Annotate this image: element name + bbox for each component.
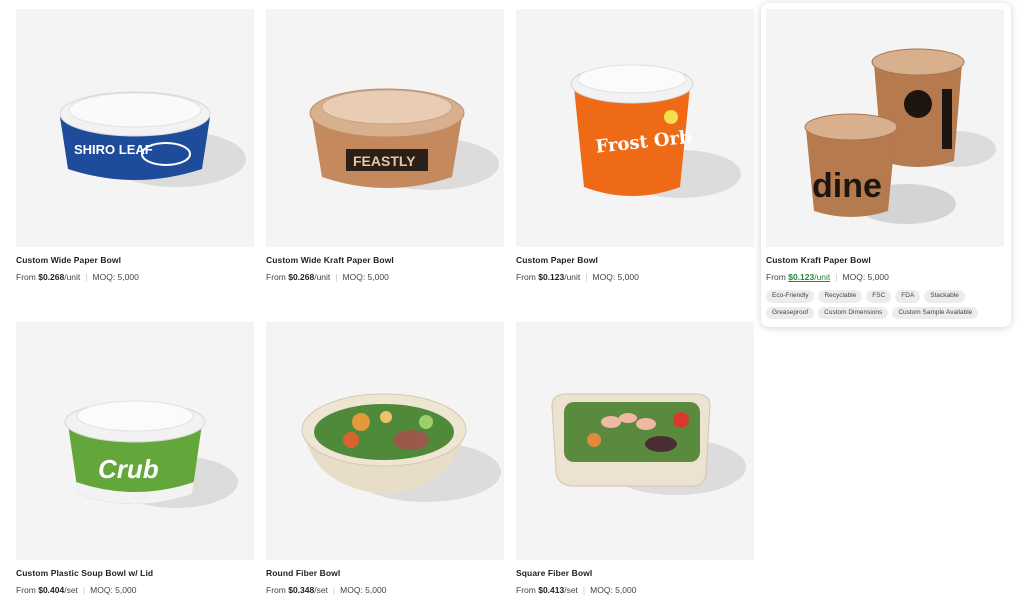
tag-recyclable: Recyclable — [818, 290, 863, 303]
product-meta: From $0.123/unit | MOQ: 5,000 — [766, 272, 889, 282]
product-title[interactable]: Custom Wide Kraft Paper Bowl — [266, 255, 506, 265]
product-title[interactable]: Round Fiber Bowl — [266, 568, 506, 578]
tag-greaseproof: Greaseproof — [766, 306, 815, 319]
tag-fda: FDA — [895, 290, 921, 303]
product-meta: From $0.123/unit | MOQ: 5,000 — [516, 272, 639, 282]
svg-text:dine: dine — [812, 167, 882, 205]
svg-text:Crub: Crub — [98, 454, 159, 484]
product-meta: From $0.413/set | MOQ: 5,000 — [516, 585, 637, 595]
product-moq: MOQ: 5,000 — [342, 272, 389, 282]
tag-custom-sample-available: Custom Sample Available — [892, 306, 979, 319]
product-moq: MOQ: 5,000 — [92, 272, 139, 282]
tag-eco-friendly: Eco-Friendly — [766, 290, 815, 303]
product-card-paper-bowl[interactable]: Frost Orb Custom Paper Bowl From $0.123/… — [516, 9, 756, 282]
product-price: $0.123 — [538, 272, 565, 282]
tag-fsc: FSC — [866, 290, 892, 303]
product-image[interactable] — [266, 322, 504, 560]
product-moq: MOQ: 5,000 — [842, 272, 889, 282]
product-title[interactable]: Custom Paper Bowl — [516, 255, 756, 265]
orange-paper-bowl-image: Frost Orb — [570, 64, 741, 198]
blue-paper-bowl-image: SHIRO LEAF — [59, 91, 246, 187]
product-card-wide-paper-bowl[interactable]: SHIRO LEAF Custom Wide Paper Bowl From $… — [16, 9, 256, 282]
product-image[interactable]: SHIRO LEAF — [16, 9, 254, 247]
kraft-cups-image: dine — [804, 48, 996, 224]
green-soup-bowl-image: Crub — [64, 400, 238, 508]
product-moq: MOQ: 5,000 — [340, 585, 387, 595]
product-card-square-fiber-bowl[interactable]: Square Fiber Bowl From $0.413/set | MOQ: 5… — [516, 322, 756, 595]
product-title[interactable]: Custom Wide Paper Bowl — [16, 255, 256, 265]
product-price: $0.268 — [288, 272, 315, 282]
product-meta: From $0.268/unit | MOQ: 5,000 — [16, 272, 139, 282]
product-card-plastic-soup-bowl[interactable]: Crub Custom Plastic Soup Bowl w/ Lid Fro… — [16, 322, 256, 595]
tag-stackable: Stackable — [924, 290, 965, 303]
product-meta: From $0.348/set | MOQ: 5,000 — [266, 585, 387, 595]
product-card-kraft-paper-bowl[interactable]: dine Custom Kraft Paper Bowl From $0.123… — [761, 3, 1011, 327]
svg-text:FEASTLY: FEASTLY — [353, 153, 416, 169]
product-image[interactable]: FEASTLY — [266, 9, 504, 247]
product-meta: From $0.268/unit | MOQ: 5,000 — [266, 272, 389, 282]
square-fiber-bowl-image — [551, 393, 746, 495]
product-title[interactable]: Custom Kraft Paper Bowl — [766, 255, 1006, 265]
product-price: $0.413 — [538, 585, 565, 595]
product-image[interactable]: Frost Orb — [516, 9, 754, 247]
product-price: $0.348 — [288, 585, 315, 595]
product-moq: MOQ: 5,000 — [90, 585, 137, 595]
product-card-round-fiber-bowl[interactable]: Round Fiber Bowl From $0.348/set | MOQ: 5,… — [266, 322, 506, 595]
round-fiber-bowl-image — [301, 393, 501, 502]
tag-custom-dimensions: Custom Dimensions — [818, 306, 889, 319]
product-image[interactable] — [516, 322, 754, 560]
product-title[interactable]: Custom Plastic Soup Bowl w/ Lid — [16, 568, 256, 578]
product-image[interactable]: Crub — [16, 322, 254, 560]
product-price: $0.404 — [38, 585, 65, 595]
product-price: $0.268 — [38, 272, 65, 282]
kraft-bowl-image: FEASTLY — [309, 88, 499, 190]
product-card-wide-kraft-bowl[interactable]: FEASTLY Custom Wide Kraft Paper Bowl Fro… — [266, 9, 506, 282]
product-image[interactable]: dine — [766, 9, 1004, 247]
product-moq: MOQ: 5,000 — [592, 272, 639, 282]
product-price-link[interactable]: $0.123/unit — [788, 272, 830, 282]
product-title[interactable]: Square Fiber Bowl — [516, 568, 756, 578]
feature-tags: Eco-Friendly Recyclable FSC FDA Stackabl… — [766, 290, 998, 319]
svg-text:SHIRO LEAF: SHIRO LEAF — [74, 142, 153, 157]
product-meta: From $0.404/set | MOQ: 5,000 — [16, 585, 137, 595]
product-moq: MOQ: 5,000 — [590, 585, 637, 595]
product-grid: SHIRO LEAF Custom Wide Paper Bowl From $… — [0, 0, 1024, 602]
